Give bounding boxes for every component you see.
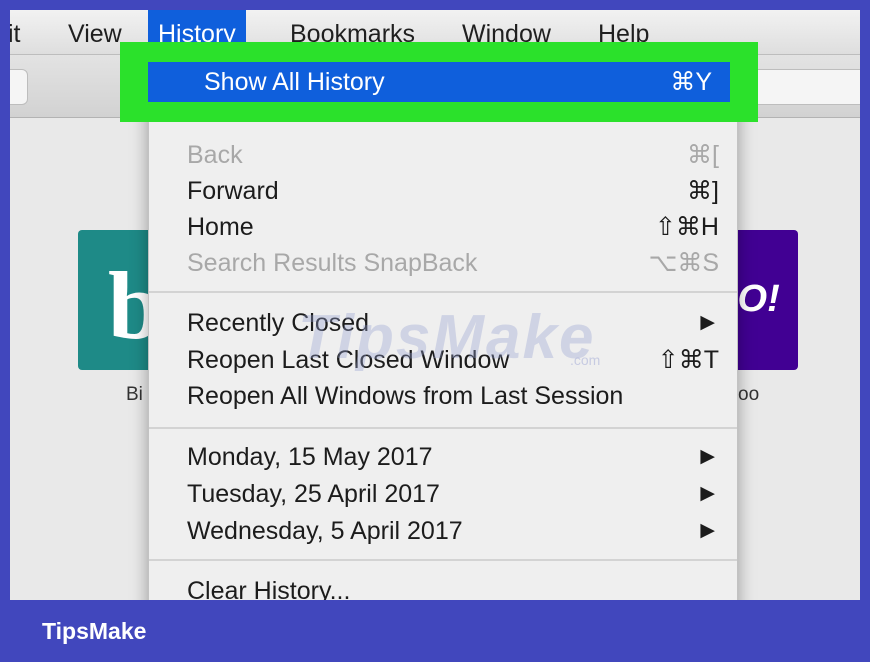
menu-item-label: Tuesday, 25 April 2017 — [187, 480, 440, 508]
menu-item-label: Back — [187, 141, 243, 169]
menu-item-shortcut: ⌘Y — [670, 68, 712, 96]
triangle-right-icon: ▶ — [700, 446, 715, 467]
menu-item-label: Monday, 15 May 2017 — [187, 443, 433, 471]
menu-item-label: Clear History... — [187, 577, 351, 600]
menubar-item-edit[interactable]: it — [10, 10, 21, 54]
menu-item-search-snapback[interactable]: Search Results SnapBack ⌥⌘S — [149, 245, 737, 281]
annotation-highlight-box: Show All History ⌘Y — [120, 42, 758, 122]
menu-item-shortcut: ⌘] — [687, 177, 719, 205]
menu-item-shortcut: ⇧⌘T — [657, 346, 719, 374]
footer-brand: TipsMake — [42, 618, 147, 644]
menu-item-shortcut: ⌥⌘S — [648, 249, 719, 277]
menu-item-history-day[interactable]: Tuesday, 25 April 2017 ▶ — [149, 476, 737, 512]
browser-window: it View History Bookmarks Window Help b … — [10, 10, 860, 600]
menu-separator — [149, 427, 737, 429]
menubar-item-view[interactable]: View — [68, 10, 122, 54]
menu-item-shortcut: ⇧⌘H — [654, 213, 719, 241]
menu-item-back[interactable]: Back ⌘[ — [149, 137, 737, 173]
triangle-right-icon: ▶ — [700, 483, 715, 504]
menu-item-history-day[interactable]: Wednesday, 5 April 2017 ▶ — [149, 513, 737, 549]
menu-item-history-day[interactable]: Monday, 15 May 2017 ▶ — [149, 439, 737, 475]
menu-item-reopen-all-windows[interactable]: Reopen All Windows from Last Session — [149, 378, 737, 414]
toolbar-button[interactable] — [10, 69, 28, 105]
top-site-yahoo-label: oo — [738, 384, 760, 405]
menu-item-label: Show All History — [204, 68, 385, 96]
menu-item-label: Forward — [187, 177, 279, 205]
menu-separator — [149, 559, 737, 561]
menu-item-label: Home — [187, 213, 254, 241]
menu-item-shortcut: ⌘[ — [687, 141, 719, 169]
menu-item-label: Search Results SnapBack — [187, 249, 478, 277]
menu-item-forward[interactable]: Forward ⌘] — [149, 173, 737, 209]
menu-item-label: Reopen All Windows from Last Session — [187, 382, 624, 410]
menu-item-home[interactable]: Home ⇧⌘H — [149, 209, 737, 245]
menu-item-clear-history[interactable]: Clear History... — [149, 573, 737, 600]
menu-separator — [149, 291, 737, 293]
triangle-right-icon: ▶ — [700, 520, 715, 541]
menu-item-show-all-history[interactable]: Show All History ⌘Y — [148, 62, 730, 102]
footer-bar: TipsMake — [0, 600, 870, 662]
watermark: TipsMake — [298, 303, 596, 372]
menu-item-label: Wednesday, 5 April 2017 — [187, 517, 463, 545]
address-field[interactable] — [750, 69, 860, 105]
triangle-right-icon: ▶ — [700, 312, 715, 333]
watermark-suffix: .com — [570, 352, 601, 368]
top-site-bing-label: Bi — [126, 384, 143, 405]
